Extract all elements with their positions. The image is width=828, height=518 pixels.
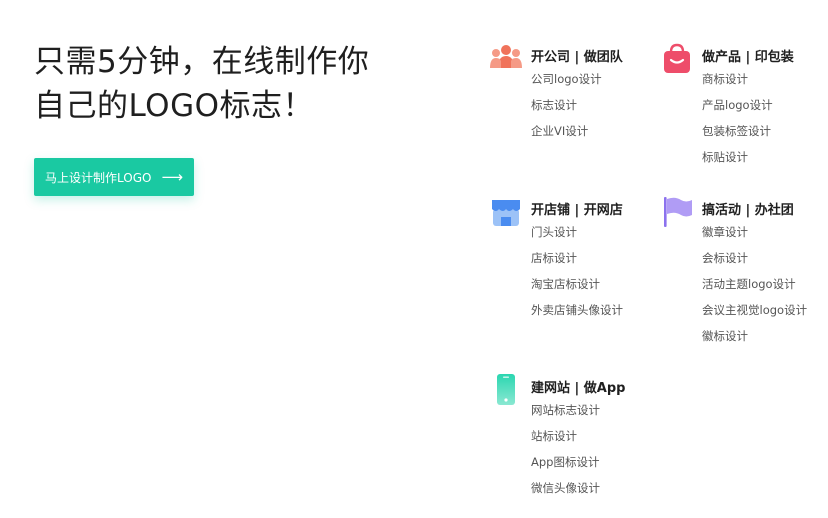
link-packaging-label-design[interactable]: 包装标签设计 <box>702 124 773 150</box>
link-mark-design[interactable]: 标志设计 <box>531 98 602 124</box>
link-corporate-vi-design[interactable]: 企业VI设计 <box>531 124 602 150</box>
link-storefront-sign-design[interactable]: 门头设计 <box>531 225 623 251</box>
link-website-logo-design[interactable]: 网站标志设计 <box>531 403 600 429</box>
arrow-right-icon: ⟶ <box>161 167 183 186</box>
category-shop-heading: 开店铺 | 开网店 <box>531 203 623 218</box>
flag-icon <box>664 197 692 227</box>
link-company-logo-design[interactable]: 公司logo设计 <box>531 72 602 98</box>
category-event-heading: 搞活动 | 办社团 <box>702 203 794 218</box>
category-company-heading: 开公司 | 做团队 <box>531 50 623 65</box>
shopping-bag-icon <box>664 43 690 73</box>
link-event-theme-logo-design[interactable]: 活动主题logo设计 <box>702 277 807 303</box>
link-trademark-design[interactable]: 商标设计 <box>702 72 773 98</box>
link-shop-logo-design[interactable]: 店标设计 <box>531 251 623 277</box>
category-product-list: 商标设计 产品logo设计 包装标签设计 标贴设计 <box>702 72 773 176</box>
start-design-button-label: 马上设计制作LOGO <box>45 170 152 185</box>
link-conference-visual-logo-design[interactable]: 会议主视觉logo设计 <box>702 303 807 329</box>
link-product-logo-design[interactable]: 产品logo设计 <box>702 98 773 124</box>
link-delivery-shop-avatar-design[interactable]: 外卖店铺头像设计 <box>531 303 623 329</box>
link-emblem-design[interactable]: 徽标设计 <box>702 329 807 355</box>
link-wechat-avatar-design[interactable]: 微信头像设计 <box>531 481 600 507</box>
link-taobao-shop-logo-design[interactable]: 淘宝店标设计 <box>531 277 623 303</box>
start-design-button[interactable]: 马上设计制作LOGO ⟶ <box>34 158 194 196</box>
storefront-icon <box>492 200 520 226</box>
category-website-heading: 建网站 | 做App <box>531 381 626 396</box>
link-conference-emblem-design[interactable]: 会标设计 <box>702 251 807 277</box>
link-site-icon-design[interactable]: 站标设计 <box>531 429 600 455</box>
hero-title-line-1: 只需5分钟，在线制作你 <box>34 44 370 80</box>
hero-title: 只需5分钟，在线制作你 自己的LOGO标志！ <box>34 40 369 128</box>
link-badge-design[interactable]: 徽章设计 <box>702 225 807 251</box>
link-app-icon-design[interactable]: App图标设计 <box>531 455 600 481</box>
category-website-list: 网站标志设计 站标设计 App图标设计 微信头像设计 <box>531 403 600 507</box>
mobile-phone-icon <box>497 374 515 405</box>
category-shop-list: 门头设计 店标设计 淘宝店标设计 外卖店铺头像设计 <box>531 225 623 329</box>
category-company-list: 公司logo设计 标志设计 企业VI设计 <box>531 72 602 150</box>
link-sticker-design[interactable]: 标贴设计 <box>702 150 773 176</box>
category-product-heading: 做产品 | 印包装 <box>702 50 794 65</box>
hero-title-line-2: 自己的LOGO标志！ <box>34 88 314 124</box>
category-event-list: 徽章设计 会标设计 活动主题logo设计 会议主视觉logo设计 徽标设计 <box>702 225 807 355</box>
team-icon <box>490 45 522 68</box>
